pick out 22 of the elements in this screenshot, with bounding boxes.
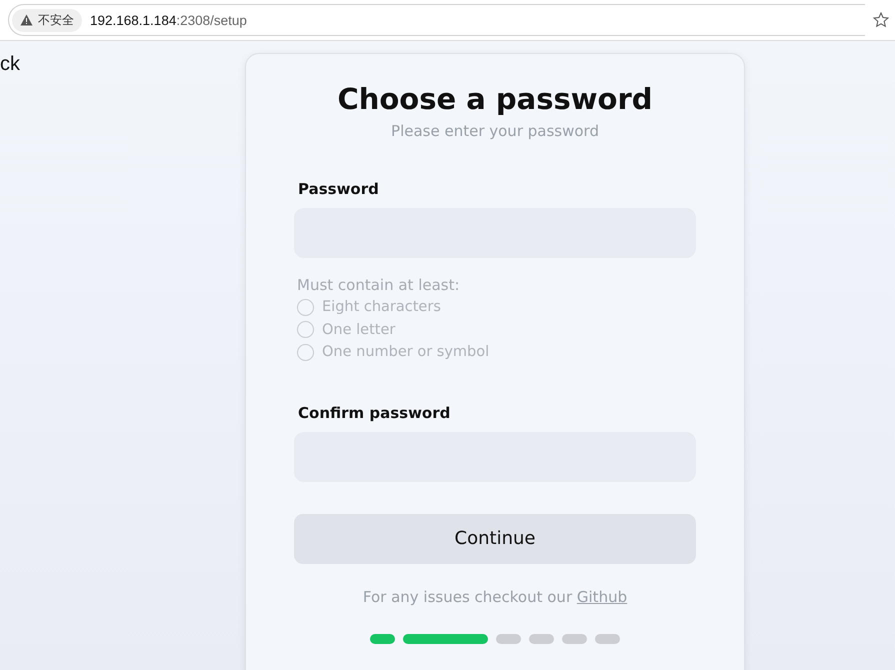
rule-text: One letter [322, 322, 396, 338]
back-link[interactable]: ck [0, 53, 20, 76]
progress-step [595, 634, 620, 644]
rules-heading: Must contain at least: [297, 276, 461, 294]
field-label: Confirm password [298, 404, 452, 422]
help-text: For any issues checkout our Github [362, 588, 628, 606]
rule-text: Eight characters [322, 299, 441, 316]
warning-icon [20, 14, 33, 26]
address-bar[interactable]: 不安全 192.168.1.184:2308/setup [8, 4, 865, 36]
field-label: Password [298, 180, 380, 198]
rule-text: One number or symbol [322, 344, 490, 360]
progress-step [529, 634, 554, 644]
security-label: 不安全 [38, 12, 74, 28]
security-chip[interactable]: 不安全 [12, 8, 82, 32]
star-icon[interactable] [873, 12, 889, 28]
progress-step [496, 634, 521, 644]
url-host: 192.168.1.184 [90, 12, 176, 28]
url-path: :2308/setup [176, 12, 247, 28]
subtitle: Please enter your password [390, 122, 600, 140]
page-title: Choose a password [336, 82, 654, 116]
progress-step [370, 634, 395, 644]
progress-step [562, 634, 587, 644]
